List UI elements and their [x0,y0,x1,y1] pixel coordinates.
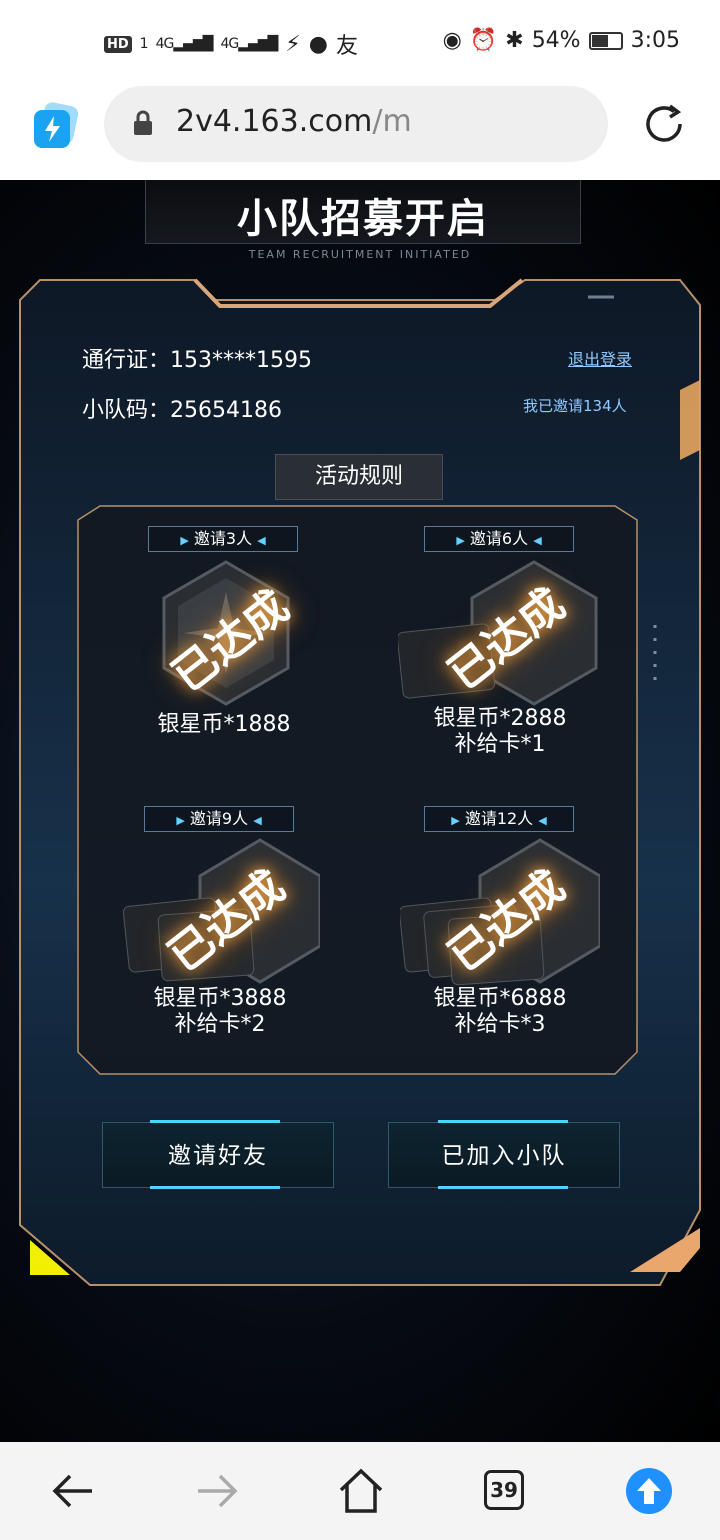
reward-line-1: 银星币*6888 [433,986,567,1011]
reward-card: ▶ 邀请6人 ◀ 已达成 银星币*2888 补给卡*1 [360,526,640,757]
status-bar: HD 1 4G▂▄▆█ 4G▂▄▆█ ⚡ ● 友 ◉ ⏰ ✱ 54% 3:05 [0,0,720,80]
invite-label: 邀请好友 [168,1143,268,1169]
sim-label: 1 [139,36,149,52]
page-subtitle: TEAM RECRUITMENT INITIATED [248,248,472,261]
reward-line-2: 补给卡*1 [454,732,546,757]
home-icon[interactable] [336,1466,386,1516]
hd-icon: HD [104,35,132,53]
pass-label: 通行证： [82,348,171,373]
reward-card: ▶ 邀请12人 ◀ 已达成 银星币*6888 补给卡*3 [360,806,640,1037]
forward-icon[interactable] [192,1466,242,1516]
signal-icon-2: 4G▂▄▆█ [220,36,278,52]
url-host: 2v4.163.com [176,104,373,139]
rules-button[interactable]: 活动规则 [275,454,443,500]
joined-glow-top [438,1120,568,1123]
url-path: /m [372,104,412,139]
joined-label: 已加入小队 [441,1143,567,1169]
recruit-page: 小队招募开启 TEAM RECRUITMENT INITIATED 通行证：15… [0,180,720,1442]
team-label: 小队码： [82,398,171,423]
clock: 3:05 [630,28,680,53]
reward-line-2: 补给卡*3 [454,1012,546,1037]
logout-link[interactable]: 退出登录 [568,346,632,370]
chat-icon: ● [308,31,328,57]
browser-toolbar: 2v4.163.com/m [0,80,720,180]
team-row: 小队码：25654186 [82,392,282,424]
tabs-button[interactable]: 39 [484,1470,524,1510]
status-right: ◉ ⏰ ✱ 54% 3:05 [443,28,680,53]
battery-icon [588,31,623,50]
reward-tag: ▶ 邀请3人 ◀ [148,526,298,552]
invited-count: 我已邀请134人 [523,397,627,415]
invite-glow-top [150,1120,280,1123]
reward-tag: ▶ 邀请6人 ◀ [424,526,574,552]
reload-icon[interactable] [640,100,688,148]
bluetooth-icon: ✱ [505,28,524,53]
url-text[interactable]: 2v4.163.com/m [176,104,412,139]
back-icon[interactable] [48,1466,98,1516]
reward-line-1: 银星币*2888 [433,706,567,731]
lock-icon [134,110,152,135]
signal-icon: 4G▂▄▆█ [155,36,214,52]
bolt-icon: ⚡ [285,31,301,57]
reward-tag: ▶ 邀请12人 ◀ [424,806,574,832]
pass-row: 通行证：153****1595 [82,342,312,374]
alarm-icon: ⏰ [469,28,498,53]
invite-glow-bottom [150,1186,280,1189]
eye-icon: ◉ [442,28,462,53]
reward-card: ▶ 邀请3人 ◀ 已达成 银星币*1888 [84,526,364,746]
pass-value: 153****1595 [170,348,312,373]
friend-icon: 友 [335,34,358,59]
reward-card: ▶ 邀请9人 ◀ 已达成 银星币*3888 补给卡*2 [80,806,360,1037]
reward-line-1: 银星币*3888 [153,986,287,1011]
reward-line-1: 银星币*1888 [157,712,291,737]
status-left: HD 1 4G▂▄▆█ 4G▂▄▆█ ⚡ ● 友 [104,28,358,60]
page-title: 小队招募开启 [237,196,489,242]
reward-tag: ▶ 邀请9人 ◀ [144,806,294,832]
joined-glow-bottom [438,1186,568,1189]
browser-nav-bar: 39 [0,1442,720,1540]
joined-team-button[interactable]: 已加入小队 [388,1122,620,1188]
browser-logo-icon[interactable] [32,102,80,150]
reward-line-2: 补给卡*2 [174,1012,266,1037]
invite-friends-button[interactable]: 邀请好友 [102,1122,334,1188]
scroll-top-icon[interactable] [624,1466,674,1516]
team-value: 25654186 [170,398,282,423]
battery-percent: 54% [531,28,581,53]
address-bar[interactable]: 2v4.163.com/m [104,86,608,162]
